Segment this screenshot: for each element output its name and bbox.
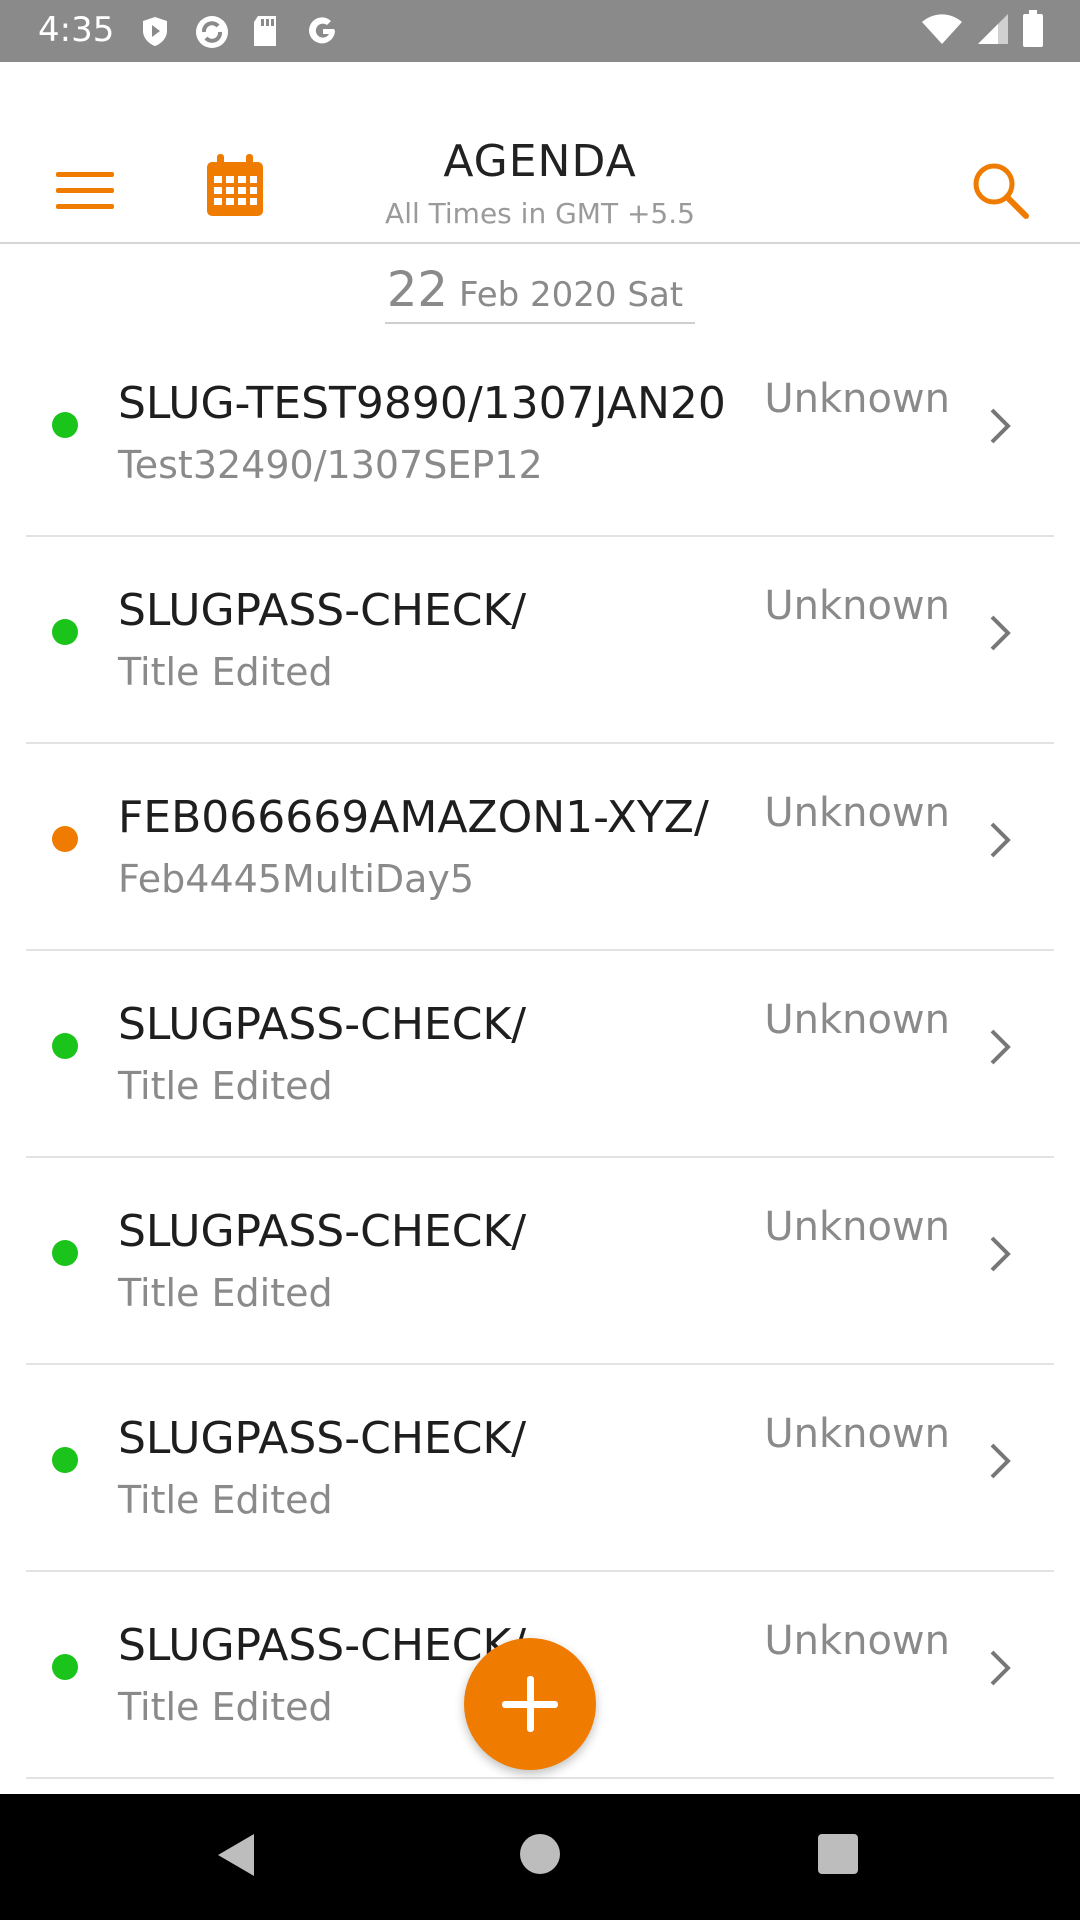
status-dot [52,619,78,645]
search-icon[interactable] [970,160,1030,220]
item-slug: SLUGPASS-CHECK/ [118,585,527,636]
app-bar: AGENDA All Times in GMT +5.5 [0,62,1080,244]
timezone-subtitle: All Times in GMT +5.5 [385,197,695,230]
agenda-list: SLUG-TEST9890/1307JAN20 Test32490/1307SE… [26,330,1054,1779]
chevron-right-icon [986,820,1014,860]
battery-icon [1022,10,1044,52]
status-dot [52,1654,78,1680]
item-status: Unknown [764,376,950,422]
status-dot [52,1447,78,1473]
list-item[interactable]: SLUGPASS-CHECK/ Title Edited Unknown [26,1365,1054,1572]
item-status: Unknown [764,1411,950,1457]
item-title: Title Edited [118,1271,333,1315]
status-bar: 4:35 [0,0,1080,62]
list-item[interactable]: SLUGPASS-CHECK/ Title Edited Unknown [26,951,1054,1158]
item-status: Unknown [764,790,950,836]
chevron-right-icon [986,1441,1014,1481]
item-title: Title Edited [118,650,333,694]
item-title: Title Edited [118,1478,333,1522]
title-block: AGENDA All Times in GMT +5.5 [300,136,780,230]
wifi-icon [920,12,964,50]
google-icon [306,14,340,48]
date-header[interactable]: 22 Feb 2020 Sat [0,262,1080,324]
chevron-right-icon [986,406,1014,446]
recents-icon[interactable] [818,1834,858,1874]
sd-card-icon [250,14,284,48]
status-time: 4:35 [38,10,115,50]
chevron-right-icon [986,1234,1014,1274]
chevron-right-icon [986,1648,1014,1688]
item-title: Title Edited [118,1685,333,1729]
list-item[interactable]: FEB066669AMAZON1-XYZ/ Feb4445MultiDay5 U… [26,744,1054,951]
date-day: 22 [386,262,448,318]
status-icons-left [138,12,340,50]
item-title: Test32490/1307SEP12 [118,443,543,487]
back-icon[interactable] [214,1830,258,1880]
item-status: Unknown [764,583,950,629]
home-icon[interactable] [520,1834,560,1874]
menu-icon[interactable] [56,172,114,214]
status-dot [52,1033,78,1059]
date-month-year-weekday: Feb 2020 Sat [459,275,684,315]
chevron-right-icon [986,613,1014,653]
item-status: Unknown [764,997,950,1043]
add-button[interactable] [464,1638,596,1770]
item-title: Feb4445MultiDay5 [118,857,475,901]
item-slug: SLUG-TEST9890/1307JAN20 [118,378,726,429]
status-dot [52,412,78,438]
item-slug: SLUGPASS-CHECK/ [118,1413,527,1464]
sync-icon [194,14,228,48]
chevron-right-icon [986,1027,1014,1067]
list-item[interactable]: SLUG-TEST9890/1307JAN20 Test32490/1307SE… [26,330,1054,537]
item-status: Unknown [764,1204,950,1250]
item-slug: SLUGPASS-CHECK/ [118,1620,527,1671]
item-slug: FEB066669AMAZON1-XYZ/ [118,792,709,843]
signal-icon [976,12,1010,50]
status-icons-right [920,10,1044,52]
calendar-icon[interactable] [205,152,265,218]
item-title: Title Edited [118,1064,333,1108]
page-title: AGENDA [443,136,637,187]
list-item[interactable]: SLUGPASS-CHECK/ Title Edited Unknown [26,1158,1054,1365]
status-dot [52,826,78,852]
list-item[interactable]: SLUGPASS-CHECK/ Title Edited Unknown [26,537,1054,744]
status-dot [52,1240,78,1266]
item-status: Unknown [764,1618,950,1664]
item-slug: SLUGPASS-CHECK/ [118,999,527,1050]
item-slug: SLUGPASS-CHECK/ [118,1206,527,1257]
nav-bar [0,1794,1080,1920]
shield-play-icon [138,14,172,48]
